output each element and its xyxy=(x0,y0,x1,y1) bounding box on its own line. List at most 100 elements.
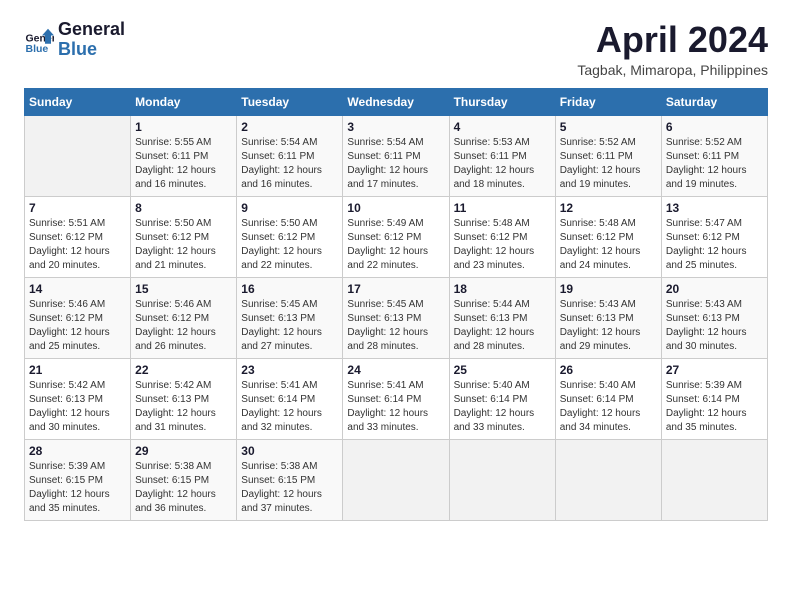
calendar-cell: 17 Sunrise: 5:45 AMSunset: 6:13 PMDayligh… xyxy=(343,277,449,358)
day-info: Sunrise: 5:42 AMSunset: 6:13 PMDaylight:… xyxy=(135,379,232,435)
day-number: 11 xyxy=(454,201,551,215)
day-number: 29 xyxy=(135,444,232,458)
day-number: 2 xyxy=(241,120,338,134)
day-info: Sunrise: 5:43 AMSunset: 6:13 PMDaylight:… xyxy=(560,298,657,354)
calendar-week-row: 14 Sunrise: 5:46 AMSunset: 6:12 PMDayligh… xyxy=(25,277,768,358)
calendar-header: SundayMondayTuesdayWednesdayThursdayFrid… xyxy=(25,88,768,115)
calendar-cell: 1Sunrise: 5:55 AMSunset: 6:11 PMDaylight… xyxy=(131,115,237,196)
day-info: Sunrise: 5:44 AMSunset: 6:13 PMDaylight:… xyxy=(454,298,551,354)
header: General Blue General Blue April 2024 Tag… xyxy=(24,20,768,78)
day-info: Sunrise: 5:52 AMSunset: 6:11 PMDaylight:… xyxy=(666,136,763,192)
day-of-week-header: Sunday xyxy=(25,88,131,115)
calendar-cell: 6 Sunrise: 5:52 AMSunset: 6:11 PMDaylight… xyxy=(661,115,767,196)
day-info: Sunrise: 5:53 AMSunset: 6:11 PMDaylight:… xyxy=(454,136,551,192)
day-of-week-header: Wednesday xyxy=(343,88,449,115)
svg-text:Blue: Blue xyxy=(26,43,49,55)
day-number: 28 xyxy=(29,444,126,458)
day-number: 30 xyxy=(241,444,338,458)
day-info: Sunrise: 5:45 AMSunset: 6:13 PMDaylight:… xyxy=(241,298,338,354)
calendar-cell: 18 Sunrise: 5:44 AMSunset: 6:13 PMDayligh… xyxy=(449,277,555,358)
day-number: 16 xyxy=(241,282,338,296)
day-info: Sunrise: 5:54 AMSunset: 6:11 PMDaylight:… xyxy=(347,136,444,192)
day-number: 24 xyxy=(347,363,444,377)
day-number: 26 xyxy=(560,363,657,377)
day-number: 13 xyxy=(666,201,763,215)
calendar-body: 1Sunrise: 5:55 AMSunset: 6:11 PMDaylight… xyxy=(25,115,768,520)
calendar-cell: 26 Sunrise: 5:40 AMSunset: 6:14 PMDayligh… xyxy=(555,358,661,439)
calendar-cell: 29 Sunrise: 5:38 AMSunset: 6:15 PMDayligh… xyxy=(131,439,237,520)
calendar-cell: 24 Sunrise: 5:41 AMSunset: 6:14 PMDayligh… xyxy=(343,358,449,439)
calendar-cell: 25Sunrise: 5:40 AMSunset: 6:14 PMDayligh… xyxy=(449,358,555,439)
day-info: Sunrise: 5:49 AMSunset: 6:12 PMDaylight:… xyxy=(347,217,444,273)
day-info: Sunrise: 5:54 AMSunset: 6:11 PMDaylight:… xyxy=(241,136,338,192)
calendar-cell: 7 Sunrise: 5:51 AMSunset: 6:12 PMDaylight… xyxy=(25,196,131,277)
calendar-cell: 23Sunrise: 5:41 AMSunset: 6:14 PMDayligh… xyxy=(237,358,343,439)
logo-text: General Blue xyxy=(58,20,125,60)
day-of-week-header: Friday xyxy=(555,88,661,115)
day-number: 12 xyxy=(560,201,657,215)
day-number: 7 xyxy=(29,201,126,215)
calendar-cell: 15Sunrise: 5:46 AMSunset: 6:12 PMDayligh… xyxy=(131,277,237,358)
calendar-cell xyxy=(449,439,555,520)
day-number: 3 xyxy=(347,120,444,134)
logo: General Blue General Blue xyxy=(24,20,125,60)
calendar-cell xyxy=(343,439,449,520)
calendar-cell: 8Sunrise: 5:50 AMSunset: 6:12 PMDaylight… xyxy=(131,196,237,277)
day-info: Sunrise: 5:46 AMSunset: 6:12 PMDaylight:… xyxy=(29,298,126,354)
day-info: Sunrise: 5:48 AMSunset: 6:12 PMDaylight:… xyxy=(454,217,551,273)
day-number: 20 xyxy=(666,282,763,296)
title-area: April 2024 Tagbak, Mimaropa, Philippines xyxy=(577,20,768,78)
day-info: Sunrise: 5:48 AMSunset: 6:12 PMDaylight:… xyxy=(560,217,657,273)
calendar-cell xyxy=(661,439,767,520)
calendar-cell: 3 Sunrise: 5:54 AMSunset: 6:11 PMDaylight… xyxy=(343,115,449,196)
calendar-cell: 5 Sunrise: 5:52 AMSunset: 6:11 PMDaylight… xyxy=(555,115,661,196)
day-info: Sunrise: 5:38 AMSunset: 6:15 PMDaylight:… xyxy=(135,460,232,516)
day-info: Sunrise: 5:43 AMSunset: 6:13 PMDaylight:… xyxy=(666,298,763,354)
day-info: Sunrise: 5:40 AMSunset: 6:14 PMDaylight:… xyxy=(560,379,657,435)
calendar-week-row: 21 Sunrise: 5:42 AMSunset: 6:13 PMDayligh… xyxy=(25,358,768,439)
calendar-cell: 28 Sunrise: 5:39 AMSunset: 6:15 PMDayligh… xyxy=(25,439,131,520)
calendar-cell: 21 Sunrise: 5:42 AMSunset: 6:13 PMDayligh… xyxy=(25,358,131,439)
calendar-cell: 27Sunrise: 5:39 AMSunset: 6:14 PMDayligh… xyxy=(661,358,767,439)
day-number: 19 xyxy=(560,282,657,296)
day-number: 10 xyxy=(347,201,444,215)
day-info: Sunrise: 5:41 AMSunset: 6:14 PMDaylight:… xyxy=(347,379,444,435)
day-number: 5 xyxy=(560,120,657,134)
calendar-cell: 9 Sunrise: 5:50 AMSunset: 6:12 PMDaylight… xyxy=(237,196,343,277)
day-number: 9 xyxy=(241,201,338,215)
day-info: Sunrise: 5:45 AMSunset: 6:13 PMDaylight:… xyxy=(347,298,444,354)
calendar-cell: 13 Sunrise: 5:47 AMSunset: 6:12 PMDayligh… xyxy=(661,196,767,277)
calendar-cell: 20 Sunrise: 5:43 AMSunset: 6:13 PMDayligh… xyxy=(661,277,767,358)
calendar-week-row: 1Sunrise: 5:55 AMSunset: 6:11 PMDaylight… xyxy=(25,115,768,196)
day-of-week-header: Thursday xyxy=(449,88,555,115)
day-info: Sunrise: 5:52 AMSunset: 6:11 PMDaylight:… xyxy=(560,136,657,192)
day-of-week-header: Monday xyxy=(131,88,237,115)
calendar-cell: 30Sunrise: 5:38 AMSunset: 6:15 PMDayligh… xyxy=(237,439,343,520)
calendar-cell: 14 Sunrise: 5:46 AMSunset: 6:12 PMDayligh… xyxy=(25,277,131,358)
day-number: 18 xyxy=(454,282,551,296)
day-info: Sunrise: 5:39 AMSunset: 6:15 PMDaylight:… xyxy=(29,460,126,516)
logo-icon: General Blue xyxy=(24,25,54,55)
day-of-week-header: Saturday xyxy=(661,88,767,115)
calendar-week-row: 7 Sunrise: 5:51 AMSunset: 6:12 PMDaylight… xyxy=(25,196,768,277)
day-number: 14 xyxy=(29,282,126,296)
header-row: SundayMondayTuesdayWednesdayThursdayFrid… xyxy=(25,88,768,115)
day-info: Sunrise: 5:47 AMSunset: 6:12 PMDaylight:… xyxy=(666,217,763,273)
location-title: Tagbak, Mimaropa, Philippines xyxy=(577,62,768,78)
day-number: 6 xyxy=(666,120,763,134)
day-info: Sunrise: 5:39 AMSunset: 6:14 PMDaylight:… xyxy=(666,379,763,435)
day-number: 23 xyxy=(241,363,338,377)
calendar-cell: 2 Sunrise: 5:54 AMSunset: 6:11 PMDaylight… xyxy=(237,115,343,196)
calendar-cell: 11 Sunrise: 5:48 AMSunset: 6:12 PMDayligh… xyxy=(449,196,555,277)
day-info: Sunrise: 5:40 AMSunset: 6:14 PMDaylight:… xyxy=(454,379,551,435)
day-info: Sunrise: 5:42 AMSunset: 6:13 PMDaylight:… xyxy=(29,379,126,435)
day-info: Sunrise: 5:50 AMSunset: 6:12 PMDaylight:… xyxy=(241,217,338,273)
calendar-cell: 12 Sunrise: 5:48 AMSunset: 6:12 PMDayligh… xyxy=(555,196,661,277)
day-info: Sunrise: 5:51 AMSunset: 6:12 PMDaylight:… xyxy=(29,217,126,273)
day-of-week-header: Tuesday xyxy=(237,88,343,115)
day-number: 17 xyxy=(347,282,444,296)
day-number: 21 xyxy=(29,363,126,377)
calendar-cell xyxy=(25,115,131,196)
calendar-cell: 19 Sunrise: 5:43 AMSunset: 6:13 PMDayligh… xyxy=(555,277,661,358)
calendar-week-row: 28 Sunrise: 5:39 AMSunset: 6:15 PMDayligh… xyxy=(25,439,768,520)
